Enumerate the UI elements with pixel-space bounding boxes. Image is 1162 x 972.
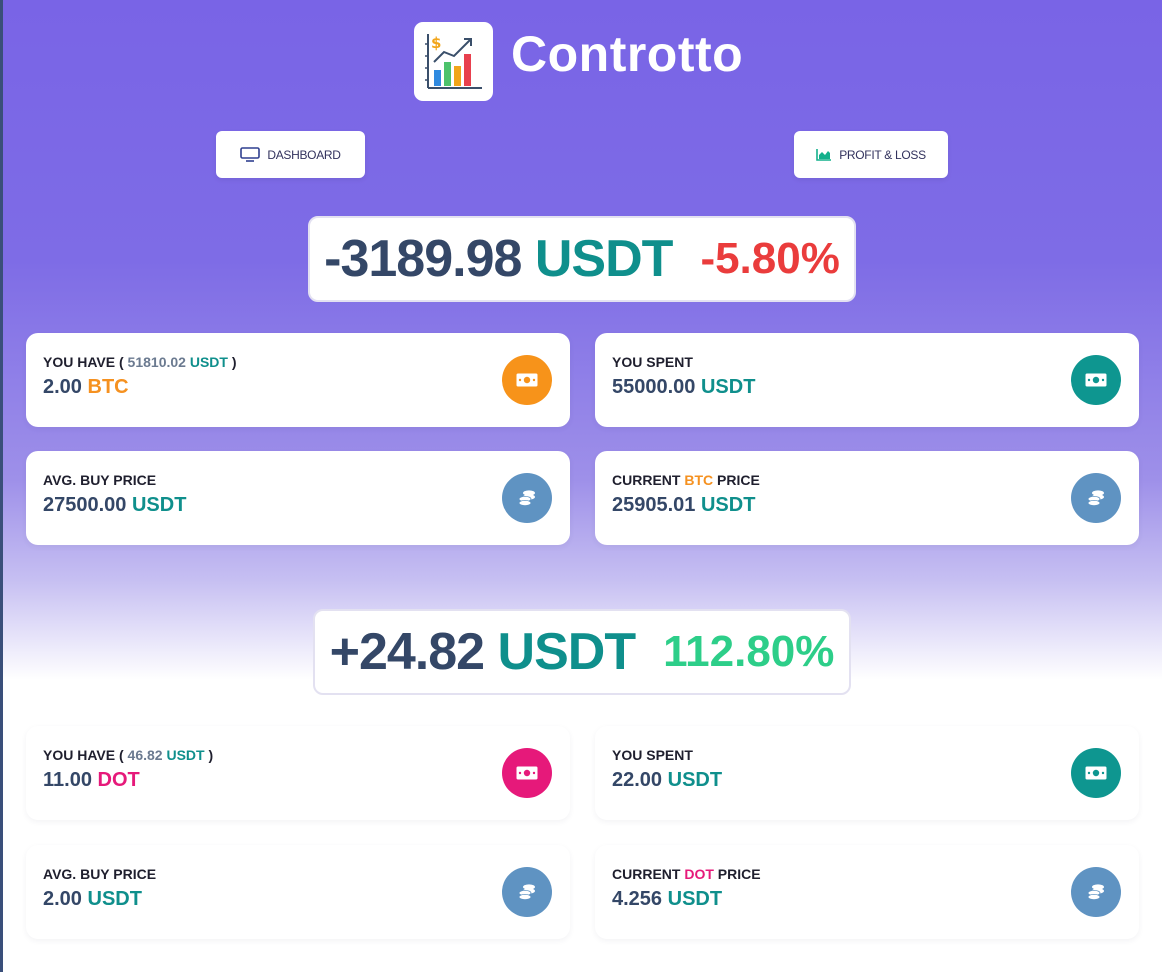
money-bill-icon xyxy=(1071,355,1121,405)
current-unit: USDT xyxy=(700,494,756,516)
holding-asset: DOT xyxy=(97,769,140,791)
current-price-card-dot: CURRENT DOT PRICE 4.256 USDT xyxy=(595,845,1139,939)
you-spent-card-btc: YOU SPENT 55000.00 USDT xyxy=(595,333,1139,427)
current-unit: USDT xyxy=(667,888,723,910)
pnl-percent: -5.80% xyxy=(700,234,840,283)
avg-buy-unit: USDT xyxy=(87,888,142,910)
avg-buy-card-btc: AVG. BUY PRICE 27500.00 USDT xyxy=(26,451,570,545)
you-have-title: YOU HAVE xyxy=(43,747,116,763)
pnl-amount: -3189.98 USDT xyxy=(324,229,674,289)
money-bill-icon xyxy=(502,748,552,798)
coins-icon xyxy=(502,867,552,917)
avg-buy-label: AVG. BUY PRICE xyxy=(43,472,157,488)
you-have-label: YOU HAVE ( 46.82 USDT ) xyxy=(43,747,214,763)
avg-buy-label: AVG. BUY PRICE xyxy=(43,866,157,882)
window-edge xyxy=(0,0,3,972)
profit-loss-button[interactable]: PROFIT & LOSS xyxy=(794,131,948,178)
pnl-summary-btc: -3189.98 USDT -5.80% xyxy=(308,216,856,302)
you-have-worth-unit: USDT xyxy=(189,354,228,370)
pnl-unit: USDT xyxy=(497,623,637,681)
current-prefix: CURRENT xyxy=(612,866,681,882)
you-have-worth: 51810.02 xyxy=(127,354,186,370)
dashboard-label: DASHBOARD xyxy=(267,147,341,162)
current-price-card-btc: CURRENT BTC PRICE 25905.01 USDT xyxy=(595,451,1139,545)
you-spent-label: YOU SPENT xyxy=(612,354,693,370)
you-spent-card-dot: YOU SPENT 22.00 USDT xyxy=(595,726,1139,820)
current-prefix: CURRENT xyxy=(612,472,681,488)
current-amount: 4.256 xyxy=(612,888,663,910)
pnl-amount: +24.82 USDT xyxy=(329,622,637,682)
you-spent-label: YOU SPENT xyxy=(612,747,693,763)
holding-asset: BTC xyxy=(87,376,129,398)
monitor-icon xyxy=(240,147,261,162)
spent-unit: USDT xyxy=(667,769,723,791)
current-price-label: CURRENT DOT PRICE xyxy=(612,866,761,882)
current-amount: 25905.01 xyxy=(612,494,696,516)
avg-buy-unit: USDT xyxy=(131,494,187,516)
holding-amount: 11.00 xyxy=(43,769,92,791)
avg-buy-value: 27500.00 USDT xyxy=(43,494,186,517)
avg-buy-value: 2.00 USDT xyxy=(43,888,142,911)
logo[interactable]: $ xyxy=(414,22,493,101)
you-have-value: 2.00 BTC xyxy=(43,376,129,399)
you-have-worth: 46.82 xyxy=(127,747,163,763)
current-price-value: 4.256 USDT xyxy=(612,888,722,911)
avg-buy-amount: 2.00 xyxy=(43,888,82,910)
you-have-title: YOU HAVE xyxy=(43,354,116,370)
pnl-summary-dot: +24.82 USDT 112.80% xyxy=(313,609,851,695)
current-suffix: PRICE xyxy=(717,472,760,488)
pnl-value: -3189.98 xyxy=(324,230,522,288)
spent-amount: 22.00 xyxy=(612,769,663,791)
spent-amount: 55000.00 xyxy=(612,376,696,398)
profit-loss-label: PROFIT & LOSS xyxy=(839,147,926,162)
svg-text:$: $ xyxy=(431,34,441,52)
dashboard-button[interactable]: DASHBOARD xyxy=(216,131,365,178)
money-bill-icon xyxy=(1071,748,1121,798)
you-spent-value: 55000.00 USDT xyxy=(612,376,755,399)
current-price-label: CURRENT BTC PRICE xyxy=(612,472,760,488)
you-have-value: 11.00 DOT xyxy=(43,769,140,792)
you-have-label: YOU HAVE ( 51810.02 USDT ) xyxy=(43,354,237,370)
app-title: Controtto xyxy=(511,26,744,82)
pnl-percent: 112.80% xyxy=(663,627,835,676)
coins-icon xyxy=(1071,473,1121,523)
holding-amount: 2.00 xyxy=(43,376,82,398)
you-have-card-btc: YOU HAVE ( 51810.02 USDT ) 2.00 BTC xyxy=(26,333,570,427)
bar-chart-dollar-icon: $ xyxy=(425,34,482,89)
money-bill-icon xyxy=(502,355,552,405)
pnl-unit: USDT xyxy=(534,230,674,288)
coins-icon xyxy=(502,473,552,523)
you-have-worth-unit: USDT xyxy=(166,747,205,763)
coins-icon xyxy=(1071,867,1121,917)
spent-unit: USDT xyxy=(700,376,756,398)
current-asset: BTC xyxy=(684,472,714,488)
area-chart-icon xyxy=(816,149,832,161)
you-have-card-dot: YOU HAVE ( 46.82 USDT ) 11.00 DOT xyxy=(26,726,570,820)
pnl-value: +24.82 xyxy=(329,623,485,681)
avg-buy-amount: 27500.00 xyxy=(43,494,127,516)
avg-buy-card-dot: AVG. BUY PRICE 2.00 USDT xyxy=(26,845,570,939)
current-asset: DOT xyxy=(684,866,714,882)
current-suffix: PRICE xyxy=(717,866,761,882)
you-spent-value: 22.00 USDT xyxy=(612,769,722,792)
current-price-value: 25905.01 USDT xyxy=(612,494,755,517)
